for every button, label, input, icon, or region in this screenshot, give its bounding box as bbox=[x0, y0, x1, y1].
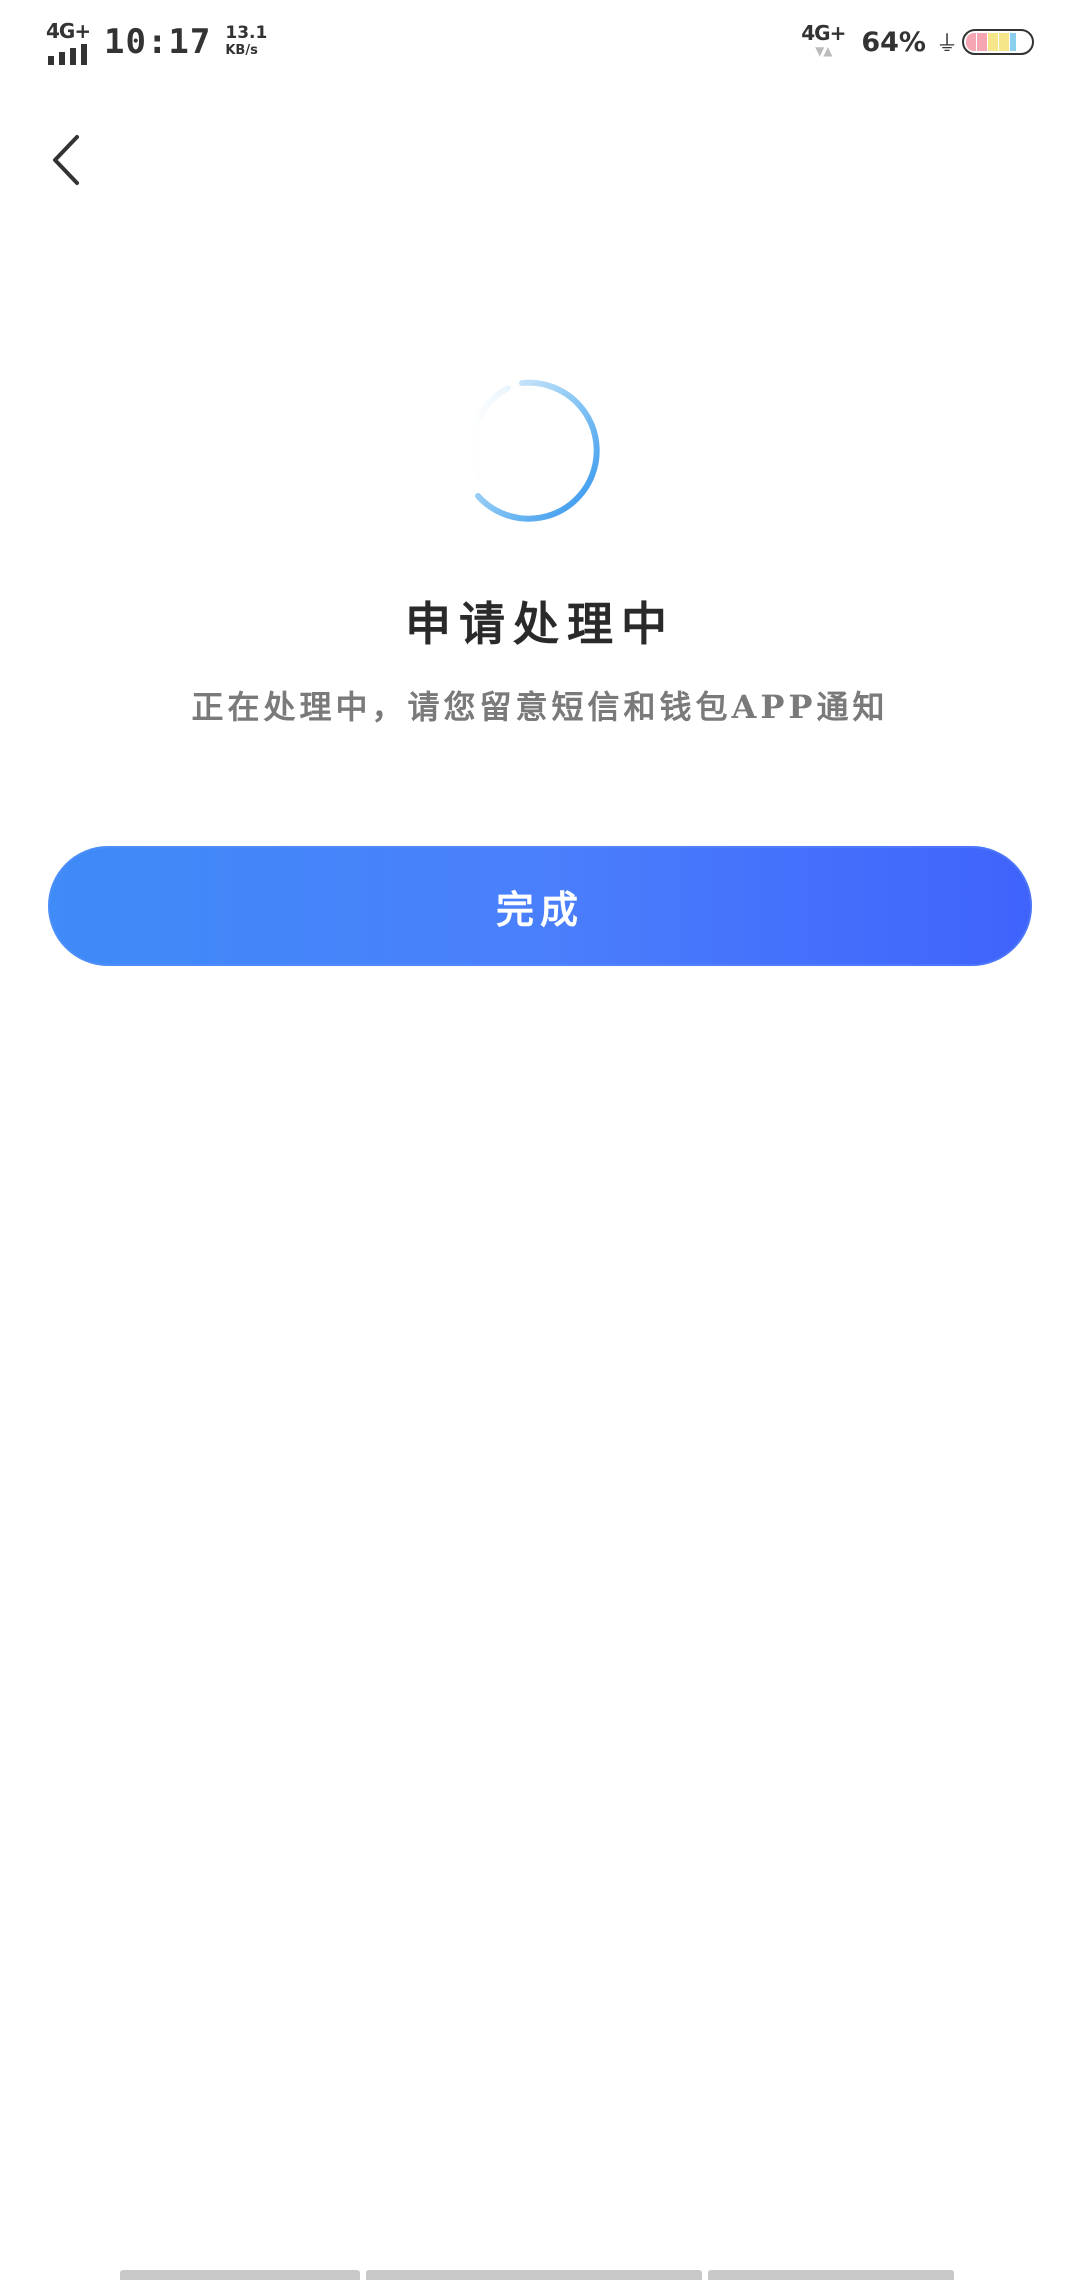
chevron-left-icon bbox=[53, 135, 79, 185]
data-arrows-icon: ▼▲ bbox=[815, 44, 832, 58]
back-button[interactable] bbox=[40, 128, 92, 192]
status-right: 4G+ ▼▲ 64% ⏚ bbox=[801, 18, 1034, 66]
charging-plug-icon: ⏚ bbox=[935, 32, 958, 57]
network-type-left: 4G+ bbox=[46, 19, 91, 43]
loading-spinner-icon bbox=[468, 379, 600, 522]
clock: 10:17 bbox=[104, 22, 212, 62]
status-message: 正在处理中，请您留意短信和钱包APP通知 bbox=[191, 688, 889, 726]
network-type-right-icon: 4G+ ▼▲ bbox=[801, 21, 846, 60]
status-bar: 4G+ 10:17 13.1 KB/s 4G+ ▼▲ 64% ⏚ bbox=[0, 0, 1080, 84]
battery-percent: 64% bbox=[861, 26, 926, 58]
navigation-hint-bar bbox=[120, 2270, 960, 2280]
signal-icon: 4G+ bbox=[46, 19, 92, 65]
done-button[interactable]: 完成 bbox=[48, 846, 1032, 966]
page-title: 申请处理中 bbox=[405, 597, 675, 651]
status-left: 4G+ 10:17 13.1 KB/s bbox=[46, 16, 267, 68]
signal-bars bbox=[48, 44, 87, 65]
network-speed: 13.1 KB/s bbox=[225, 24, 267, 60]
battery-icon bbox=[962, 29, 1034, 55]
network-type-right: 4G+ bbox=[801, 21, 846, 45]
network-speed-value: 13.1 bbox=[225, 23, 268, 43]
network-speed-unit: KB/s bbox=[225, 43, 258, 58]
